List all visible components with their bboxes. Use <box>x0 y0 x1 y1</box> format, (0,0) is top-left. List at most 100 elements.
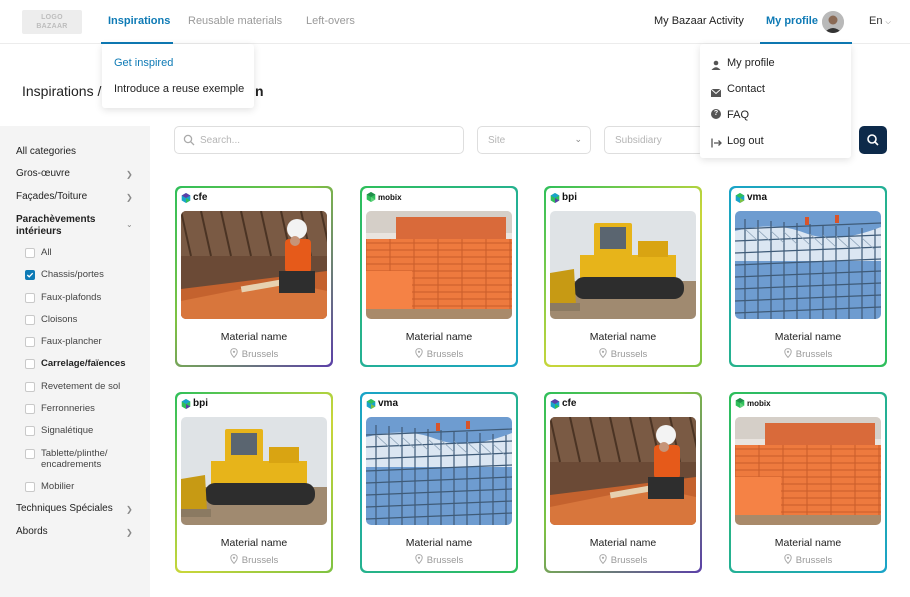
breadcrumb-inspirations[interactable]: Inspirations <box>22 83 94 99</box>
menu-item-introduce-reuse[interactable]: Introduce a reuse exemple <box>114 83 244 95</box>
sidebar-item-gros-oeuvre[interactable]: Gros-œuvre <box>16 168 70 179</box>
material-card[interactable]: cfe Material name Brussels <box>544 392 702 573</box>
checkbox[interactable] <box>25 426 35 436</box>
material-name: Material name <box>405 537 473 549</box>
menu-item-get-inspired[interactable]: Get inspired <box>114 57 173 69</box>
sidebar-item-abords[interactable]: Abords <box>16 526 48 537</box>
search-input[interactable]: Search... <box>174 126 464 154</box>
chevron-down-icon: ⌵ <box>885 19 891 26</box>
avatar[interactable] <box>822 11 844 33</box>
brand-logo: bpi <box>181 398 208 409</box>
material-card[interactable]: bpi Material name Brussels <box>175 392 333 573</box>
material-location: Brussels <box>731 348 885 360</box>
subsidiary-select[interactable]: Subsidiary <box>604 126 704 154</box>
subcategory-label[interactable]: Signalétique <box>41 425 93 436</box>
material-location: Brussels <box>546 554 700 566</box>
subcategory-label[interactable]: Ferronneries <box>41 403 95 414</box>
site-select[interactable]: Site ⌄ <box>477 126 591 154</box>
checkbox[interactable] <box>25 270 35 280</box>
location-pin-icon <box>599 348 607 359</box>
subcategory-label[interactable]: Cloisons <box>41 314 77 325</box>
sidebar-item-facades-toiture[interactable]: Façades/Toiture <box>16 191 87 202</box>
subcategory-label[interactable]: All <box>41 247 52 258</box>
card-body: vma Material name Brussels <box>362 394 516 571</box>
brand-logo: mobix <box>366 192 402 202</box>
material-card[interactable]: vma Material name Brussels <box>360 392 518 573</box>
checkbox[interactable] <box>25 359 35 369</box>
material-name: Material name <box>774 331 842 343</box>
subcategory-label[interactable]: Chassis/portes <box>41 269 104 280</box>
material-card[interactable]: mobix Material name Brussels <box>360 186 518 367</box>
material-image <box>550 417 696 525</box>
material-card[interactable]: cfe Material name Brussels <box>175 186 333 367</box>
checkbox[interactable] <box>25 404 35 414</box>
card-body: bpi Material name Brussels <box>546 188 700 365</box>
chevron-right-icon: ❯ <box>126 193 133 202</box>
nav-left-overs[interactable]: Left-overs <box>306 15 355 27</box>
search-icon <box>867 134 879 146</box>
subcategory-label[interactable]: Tablette/plinthe/ encadrements <box>41 448 108 470</box>
location-pin-icon <box>230 554 238 565</box>
subcategory-label[interactable]: Mobilier <box>41 481 74 492</box>
checkbox[interactable] <box>25 449 35 459</box>
search-button[interactable] <box>859 126 887 154</box>
subcategory-label[interactable]: Carrelage/faïences <box>41 358 126 369</box>
subcategory-label[interactable]: Faux-plafonds <box>41 292 101 303</box>
menu-item-log-out[interactable]: Log out <box>727 135 764 147</box>
search-placeholder: Search... <box>200 135 241 146</box>
chevron-down-icon: ⌄ <box>574 134 582 144</box>
nav-my-profile[interactable]: My profile <box>766 15 818 27</box>
logo-text-line1: LOGO <box>41 14 63 21</box>
breadcrumb-current: n <box>255 83 264 99</box>
checkbox[interactable] <box>25 293 35 303</box>
material-location: Brussels <box>362 554 516 566</box>
brand-name: bpi <box>562 192 577 203</box>
card-body: cfe Material name Brussels <box>546 394 700 571</box>
sidebar-item-parachevements[interactable]: Parachèvements intérieurs <box>16 214 116 238</box>
material-name: Material name <box>405 331 473 343</box>
menu-item-contact[interactable]: Contact <box>727 83 765 95</box>
brand-name: vma <box>378 398 399 409</box>
breadcrumb-separator: / <box>97 83 102 99</box>
card-body: cfe Material name Brussels <box>177 188 331 365</box>
sidebar-all-categories[interactable]: All categories <box>16 146 76 157</box>
checkbox[interactable] <box>25 337 35 347</box>
bazaar-logo[interactable]: LOGO BAZAAR <box>22 10 82 34</box>
material-card[interactable]: vma Material name Brussels <box>729 186 887 367</box>
location-pin-icon <box>230 348 238 359</box>
nav-reusable-materials[interactable]: Reusable materials <box>188 15 282 27</box>
material-image <box>366 417 512 525</box>
card-body: bpi Material name Brussels <box>177 394 331 571</box>
mail-icon <box>710 84 722 102</box>
language-selector[interactable]: En ⌵ <box>869 15 891 27</box>
material-location: Brussels <box>177 554 331 566</box>
chevron-down-icon: ⌄ <box>126 220 133 229</box>
material-image <box>735 417 881 525</box>
material-image <box>181 417 327 525</box>
menu-item-my-profile[interactable]: My profile <box>727 57 775 69</box>
nav-my-bazaar-activity[interactable]: My Bazaar Activity <box>654 15 744 27</box>
brand-logo: bpi <box>550 192 577 203</box>
profile-menu: My profile Contact ? FAQ Log out <box>700 44 851 158</box>
subcategory-label[interactable]: Faux-plancher <box>41 336 102 347</box>
checkbox[interactable] <box>25 382 35 392</box>
menu-item-faq[interactable]: FAQ <box>727 109 749 121</box>
checkbox[interactable] <box>25 248 35 258</box>
location-pin-icon <box>599 554 607 565</box>
nav-inspirations[interactable]: Inspirations <box>108 15 170 27</box>
material-location: Brussels <box>177 348 331 360</box>
sidebar-item-techniques-speciales[interactable]: Techniques Spéciales <box>16 503 113 514</box>
checkbox[interactable] <box>25 315 35 325</box>
location-pin-icon <box>415 348 423 359</box>
subcategory-label[interactable]: Revetement de sol <box>41 381 120 392</box>
material-image <box>550 211 696 319</box>
material-card[interactable]: mobix Material name Brussels <box>729 392 887 573</box>
language-label: En <box>869 15 883 27</box>
checkbox[interactable] <box>25 482 35 492</box>
material-location: Brussels <box>731 554 885 566</box>
inspirations-menu: Get inspired Introduce a reuse exemple <box>102 44 254 108</box>
brand-name: mobix <box>747 398 771 408</box>
card-body: mobix Material name Brussels <box>362 188 516 365</box>
material-image <box>181 211 327 319</box>
material-card[interactable]: bpi Material name Brussels <box>544 186 702 367</box>
